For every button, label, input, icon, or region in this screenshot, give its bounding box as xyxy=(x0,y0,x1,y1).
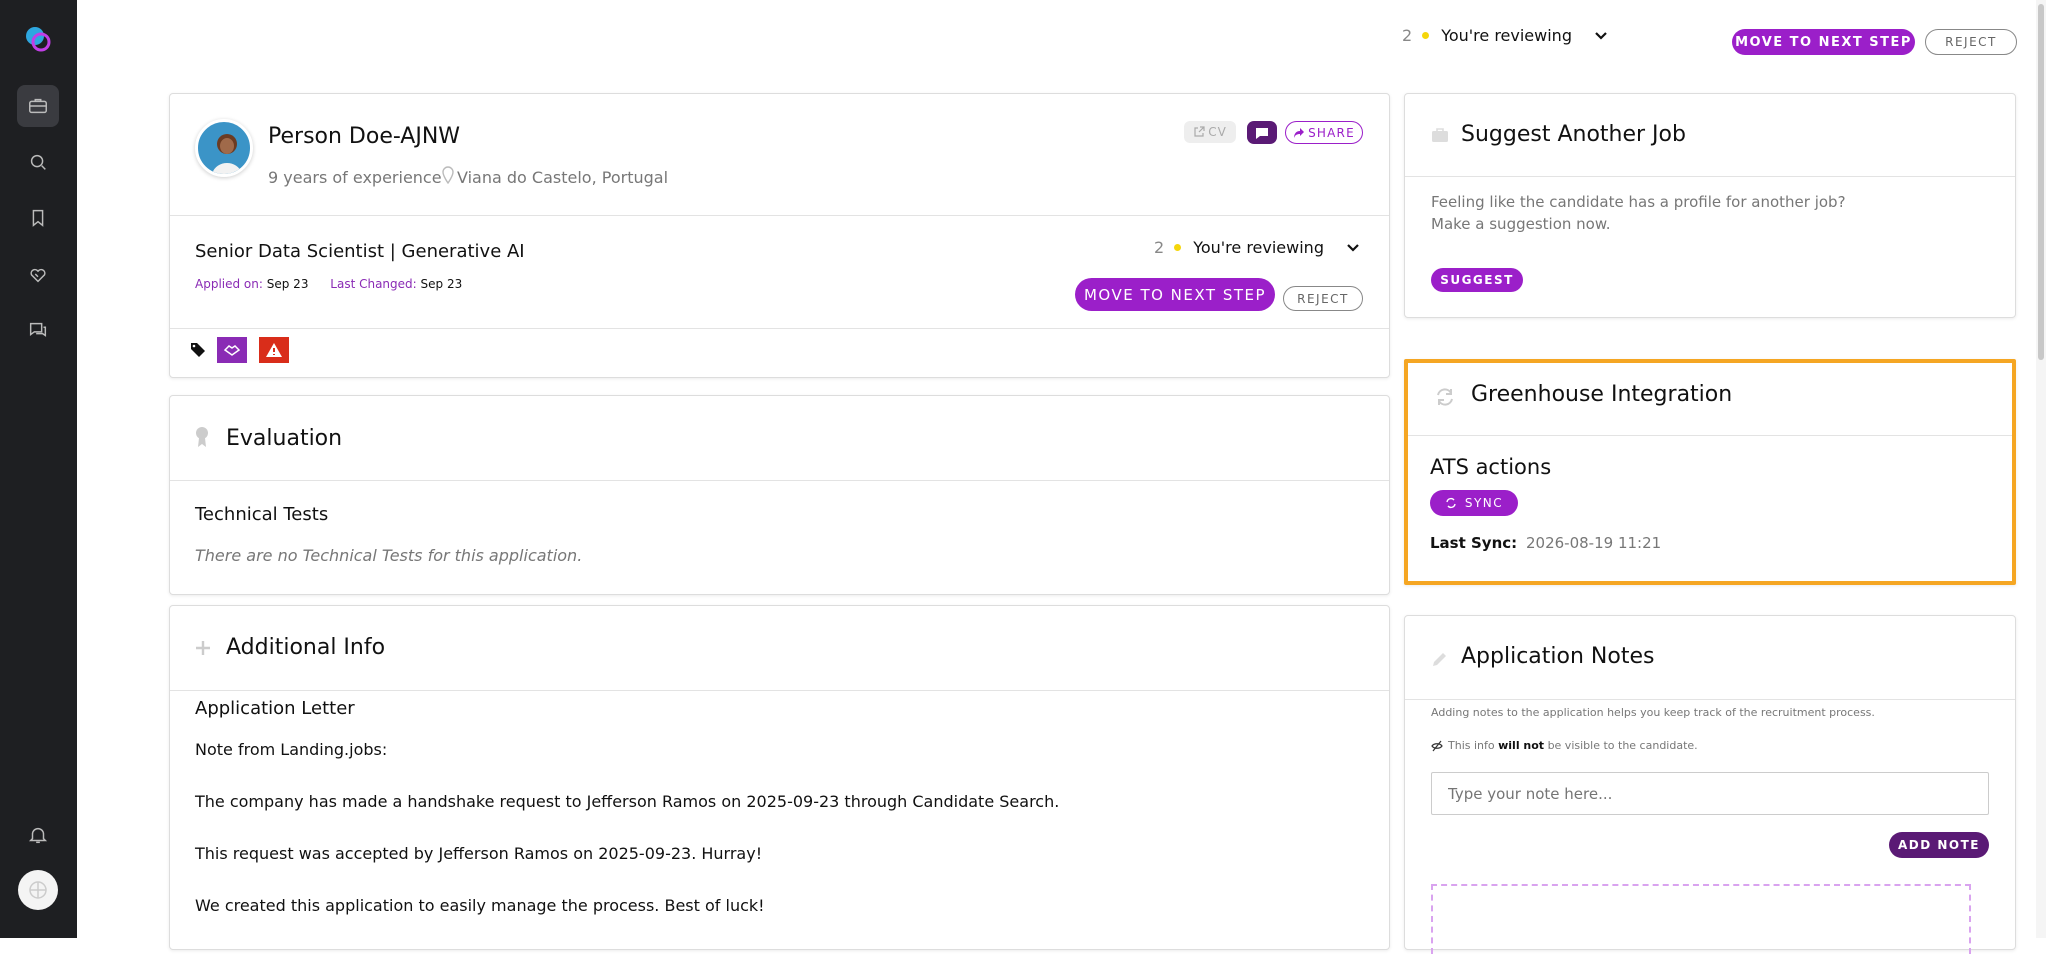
suggest-job-title: Suggest Another Job xyxy=(1461,122,1686,147)
additional-info-title: Additional Info xyxy=(226,635,386,660)
last-sync-value: 2026-08-19 11:21 xyxy=(1526,534,1662,552)
notes-divider xyxy=(1405,699,2015,700)
top-status-count: 2 xyxy=(1402,26,1413,45)
letter-line: This request was accepted by Jefferson R… xyxy=(195,844,763,863)
job-status-label: You're reviewing xyxy=(1193,238,1324,257)
award-icon xyxy=(196,427,208,447)
greenhouse-title: Greenhouse Integration xyxy=(1471,382,1733,407)
top-reject-button[interactable]: REJECT xyxy=(1925,29,2017,55)
application-letter-heading: Application Letter xyxy=(195,698,355,719)
changed-label: Last Changed: xyxy=(330,277,417,291)
applied-label: Applied on: xyxy=(195,277,263,291)
add-note-button[interactable]: ADD NOTE xyxy=(1889,832,1989,858)
handshake-badge-icon[interactable] xyxy=(217,337,247,363)
last-sync-label: Last Sync: xyxy=(1430,534,1518,552)
top-status-selector[interactable]: 2 You're reviewing xyxy=(1402,26,1608,45)
letter-line: The company has made a handshake request… xyxy=(195,792,1060,811)
greenhouse-integration-card: Greenhouse Integration ATS actions SYNC … xyxy=(1404,359,2016,585)
chevron-down-icon xyxy=(1595,31,1607,40)
candidate-experience: 9 years of experience xyxy=(268,168,442,187)
sync-button[interactable]: SYNC xyxy=(1430,490,1518,516)
notifications-bell-icon[interactable] xyxy=(17,814,59,856)
job-status-dot xyxy=(1174,244,1182,251)
note-input[interactable] xyxy=(1431,772,1989,815)
letter-line: We created this application to easily ma… xyxy=(195,896,765,915)
job-dates: Applied on: Sep 23 Last Changed: Sep 23 xyxy=(195,277,462,291)
chat-button[interactable] xyxy=(1247,121,1277,144)
visibility-suffix: be visible to the candidate. xyxy=(1547,739,1698,752)
tags-divider xyxy=(170,328,1389,329)
candidate-name: Person Doe-AJNW xyxy=(268,124,461,149)
letter-line: Note from Landing.jobs: xyxy=(195,740,388,759)
user-avatar[interactable] xyxy=(18,870,58,910)
candidate-location: Viana do Castelo, Portugal xyxy=(457,168,669,187)
candidate-avatar xyxy=(195,119,253,177)
additional-info-card: Additional Info Application Letter Note … xyxy=(169,605,1390,950)
evaluation-card: Evaluation Technical Tests There are no … xyxy=(169,395,1390,595)
sidebar-item-bookmark-icon[interactable] xyxy=(17,197,59,239)
plus-icon xyxy=(196,641,210,655)
app-logo-icon[interactable] xyxy=(23,24,53,54)
cv-label: CV xyxy=(1208,125,1227,139)
notes-help-text: Adding notes to the application helps yo… xyxy=(1431,706,1875,719)
chevron-down-icon xyxy=(1347,243,1359,252)
cv-button[interactable]: CV xyxy=(1184,121,1236,143)
application-notes-card: Application Notes Adding notes to the ap… xyxy=(1404,615,2016,954)
visibility-prefix: This info xyxy=(1448,739,1495,752)
sidebar-item-search-icon[interactable] xyxy=(17,141,59,183)
job-reject-button[interactable]: REJECT xyxy=(1283,286,1363,311)
job-move-to-next-step-button[interactable]: MOVE TO NEXT STEP xyxy=(1075,278,1275,311)
sidebar-item-messages-icon[interactable] xyxy=(17,309,59,351)
changed-value: Sep 23 xyxy=(420,277,463,291)
visibility-bold: will not xyxy=(1498,739,1545,752)
sidebar xyxy=(0,0,77,938)
chat-icon xyxy=(1256,127,1268,139)
ats-actions-heading: ATS actions xyxy=(1430,455,1552,479)
candidate-card: Person Doe-AJNW 9 years of experience Vi… xyxy=(169,93,1390,378)
briefcase-icon xyxy=(1432,128,1448,142)
sidebar-item-handshake-icon[interactable] xyxy=(17,253,59,295)
sidebar-item-jobs-icon[interactable] xyxy=(17,85,59,127)
tag-icon[interactable] xyxy=(183,337,213,363)
location-pin-icon xyxy=(442,166,454,184)
pencil-icon xyxy=(1433,653,1446,666)
sync-label: SYNC xyxy=(1464,496,1504,510)
candidate-divider xyxy=(170,215,1389,216)
sync-icon xyxy=(1446,497,1456,509)
suggest-text-2: Make a suggestion now. xyxy=(1431,215,1611,233)
technical-tests-heading: Technical Tests xyxy=(195,504,329,525)
top-move-to-next-step-button[interactable]: MOVE TO NEXT STEP xyxy=(1732,29,1915,55)
status-dot xyxy=(1422,32,1430,39)
suggest-divider xyxy=(1405,176,2015,177)
scrollbar-thumb[interactable] xyxy=(2038,4,2044,360)
external-link-icon xyxy=(1194,126,1205,137)
eye-slash-icon xyxy=(1431,740,1443,751)
additional-divider xyxy=(170,690,1389,691)
greenhouse-divider xyxy=(1408,435,2012,436)
top-status-label: You're reviewing xyxy=(1441,26,1572,45)
job-title: Senior Data Scientist | Generative AI xyxy=(195,241,525,262)
sync-arrows-icon xyxy=(1437,388,1453,406)
evaluation-title: Evaluation xyxy=(226,426,343,451)
technical-tests-empty: There are no Technical Tests for this ap… xyxy=(195,546,583,565)
applied-value: Sep 23 xyxy=(266,277,309,291)
page-scrollbar[interactable] xyxy=(2036,0,2046,938)
notes-dropzone xyxy=(1431,884,1971,954)
suggest-button[interactable]: SUGGEST xyxy=(1431,268,1523,292)
evaluation-divider xyxy=(170,480,1389,481)
job-status-selector[interactable]: 2 You're reviewing xyxy=(1154,238,1360,257)
notes-visibility: This info will not be visible to the can… xyxy=(1431,739,1698,752)
share-icon xyxy=(1294,127,1305,138)
job-status-count: 2 xyxy=(1154,238,1165,257)
suggest-text-1: Feeling like the candidate has a profile… xyxy=(1431,193,1846,211)
share-button[interactable]: SHARE xyxy=(1285,121,1363,144)
suggest-job-card: Suggest Another Job Feeling like the can… xyxy=(1404,93,2016,318)
share-label: SHARE xyxy=(1308,125,1355,140)
warning-badge-icon[interactable] xyxy=(259,337,289,363)
notes-title: Application Notes xyxy=(1461,644,1655,669)
